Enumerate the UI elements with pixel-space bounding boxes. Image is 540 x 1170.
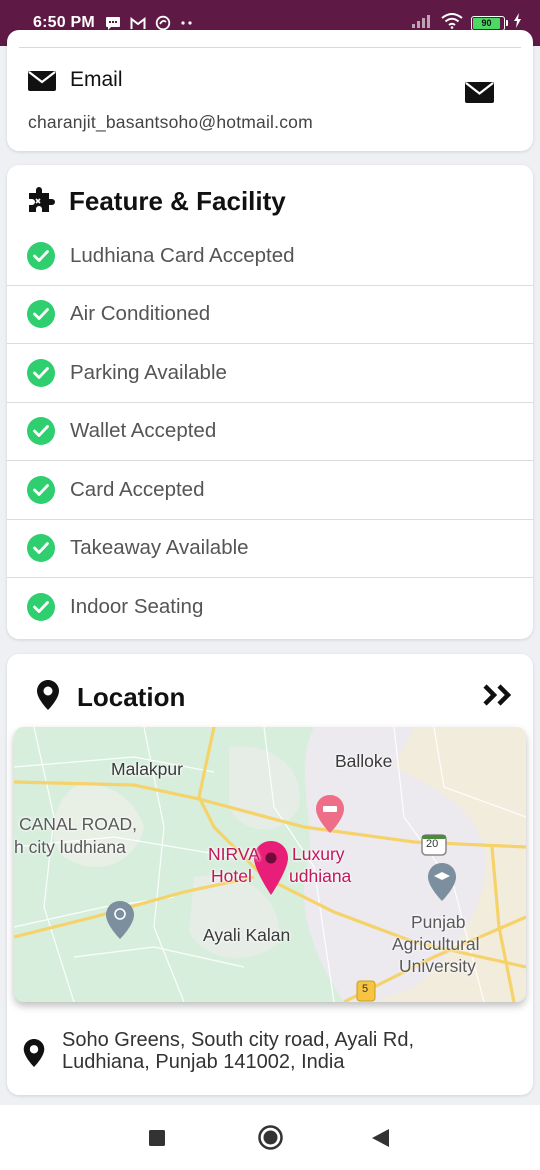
map-route-5: 5 — [362, 983, 369, 995]
battery-level: 90 — [473, 17, 500, 29]
message-icon — [105, 16, 121, 31]
map-label-ludhiana: udhiana — [289, 866, 352, 886]
feature-item: Ludhiana Card Accepted — [7, 227, 533, 286]
email-label: Email — [70, 68, 123, 91]
feature-item: Takeaway Available — [7, 520, 533, 578]
location-map[interactable]: Malakpur Balloke CANAL ROAD, h city ludh… — [14, 727, 526, 1002]
back-button[interactable] — [372, 1129, 389, 1152]
navigation-bar — [0, 1105, 540, 1170]
map-label-punjab: Punjab — [411, 912, 466, 932]
check-circle-icon — [27, 534, 55, 563]
map-route-20: 20 — [426, 838, 439, 850]
email-card: Email charanjit_basantsoho@hotmail.com — [7, 30, 533, 151]
check-circle-icon — [27, 358, 55, 387]
location-pin-icon — [37, 680, 59, 715]
home-button[interactable] — [258, 1125, 283, 1155]
feature-label: Indoor Seating — [70, 595, 204, 619]
check-circle-icon — [27, 593, 55, 622]
map-label-agricultural: Agricultural — [392, 934, 480, 954]
map-label-canal-road: CANAL ROAD, — [19, 814, 137, 834]
features-title: Feature & Facility — [69, 186, 286, 216]
feature-item: Wallet Accepted — [7, 403, 533, 461]
features-header: Feature & Facility — [27, 185, 286, 218]
feature-label: Takeaway Available — [70, 536, 249, 560]
map-label-malakpur: Malakpur — [111, 759, 183, 779]
send-email-button[interactable] — [462, 80, 496, 110]
email-value[interactable]: charanjit_basantsoho@hotmail.com — [28, 112, 313, 133]
check-circle-icon — [27, 475, 55, 504]
feature-label: Air Conditioned — [70, 302, 211, 326]
address-pin-icon — [23, 1029, 45, 1072]
map-label-nirvana: NIRVA — [208, 844, 260, 864]
location-title: Location — [77, 682, 186, 712]
map-label-university: University — [399, 956, 476, 976]
open-location-button[interactable] — [483, 684, 513, 711]
divider — [19, 47, 521, 48]
notification-icons — [105, 15, 194, 31]
check-circle-icon — [27, 417, 55, 446]
feature-item: Indoor Seating — [7, 578, 533, 637]
map-label-hotel: Hotel — [211, 866, 252, 886]
sync-icon — [155, 15, 171, 31]
map-label-south-city: h city ludhiana — [14, 837, 126, 857]
email-send-icon — [464, 82, 494, 108]
address-row: Soho Greens, South city road, Ayali Rd, … — [23, 1029, 482, 1073]
location-header: Location — [37, 680, 185, 715]
feature-list: Ludhiana Card Accepted Air Conditioned P… — [7, 227, 533, 637]
map-label-ayali-kalan: Ayali Kalan — [203, 925, 291, 945]
gmail-icon — [130, 16, 146, 30]
feature-label: Parking Available — [70, 360, 227, 384]
battery-icon: 90 — [471, 15, 508, 31]
feature-item: Card Accepted — [7, 461, 533, 520]
features-card: Feature & Facility Ludhiana Card Accepte… — [7, 165, 533, 639]
map-label-balloke: Balloke — [335, 751, 393, 771]
double-chevron-right-icon — [483, 684, 513, 710]
feature-item: Air Conditioned — [7, 286, 533, 344]
check-circle-icon — [27, 300, 55, 329]
map-label-luxury: Luxury — [292, 844, 345, 864]
address-text: Soho Greens, South city road, Ayali Rd, … — [62, 1029, 415, 1073]
check-circle-icon — [27, 241, 55, 270]
location-card: Location Malakpur Balloke CANAL ROAD, h … — [7, 654, 533, 1095]
recents-button[interactable] — [149, 1130, 165, 1151]
feature-label: Card Accepted — [70, 477, 205, 501]
feature-label: Wallet Accepted — [70, 419, 217, 443]
puzzle-icon — [27, 185, 55, 218]
more-dots-icon — [180, 20, 194, 26]
feature-item: Parking Available — [7, 344, 533, 403]
email-icon — [28, 71, 56, 96]
feature-label: Ludhiana Card Accepted — [70, 243, 295, 267]
